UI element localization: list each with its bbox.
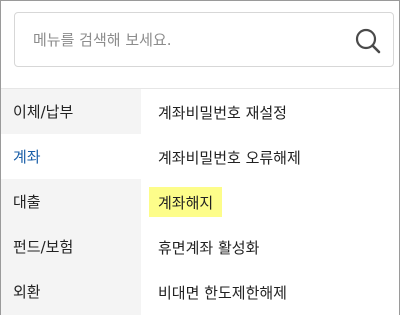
menu-panel: 이체/납부 계좌 대출 펀드/보험 외환 계좌비밀번호 재설정 계좌비밀번호 오…: [0, 0, 400, 315]
menu-item-activate-dormant[interactable]: 휴면계좌 활성화: [158, 232, 259, 262]
search-input[interactable]: [33, 25, 353, 55]
submenu-list: 계좌비밀번호 재설정 계좌비밀번호 오류해제 계좌해지 휴면계좌 활성화 비대면…: [141, 89, 399, 315]
sidebar-item-transfer[interactable]: 이체/납부: [1, 89, 141, 134]
menu-item-close-account[interactable]: 계좌해지: [149, 187, 223, 217]
sidebar-item-loan[interactable]: 대출: [1, 179, 141, 224]
menu-item-release-limit[interactable]: 비대면 한도제한해제: [158, 277, 287, 307]
menu-item-reset-password[interactable]: 계좌비밀번호 재설정: [158, 97, 287, 127]
category-sidebar: 이체/납부 계좌 대출 펀드/보험 외환: [1, 89, 141, 315]
menu-item-unlock-password[interactable]: 계좌비밀번호 오류해제: [158, 142, 301, 172]
sidebar-item-account[interactable]: 계좌: [1, 134, 141, 179]
search-area: [1, 1, 399, 88]
sidebar-item-foreign-exchange[interactable]: 외환: [1, 269, 141, 314]
search-box[interactable]: [14, 12, 394, 67]
search-icon[interactable]: [353, 26, 383, 56]
sidebar-item-fund-insurance[interactable]: 펀드/보험: [1, 224, 141, 269]
